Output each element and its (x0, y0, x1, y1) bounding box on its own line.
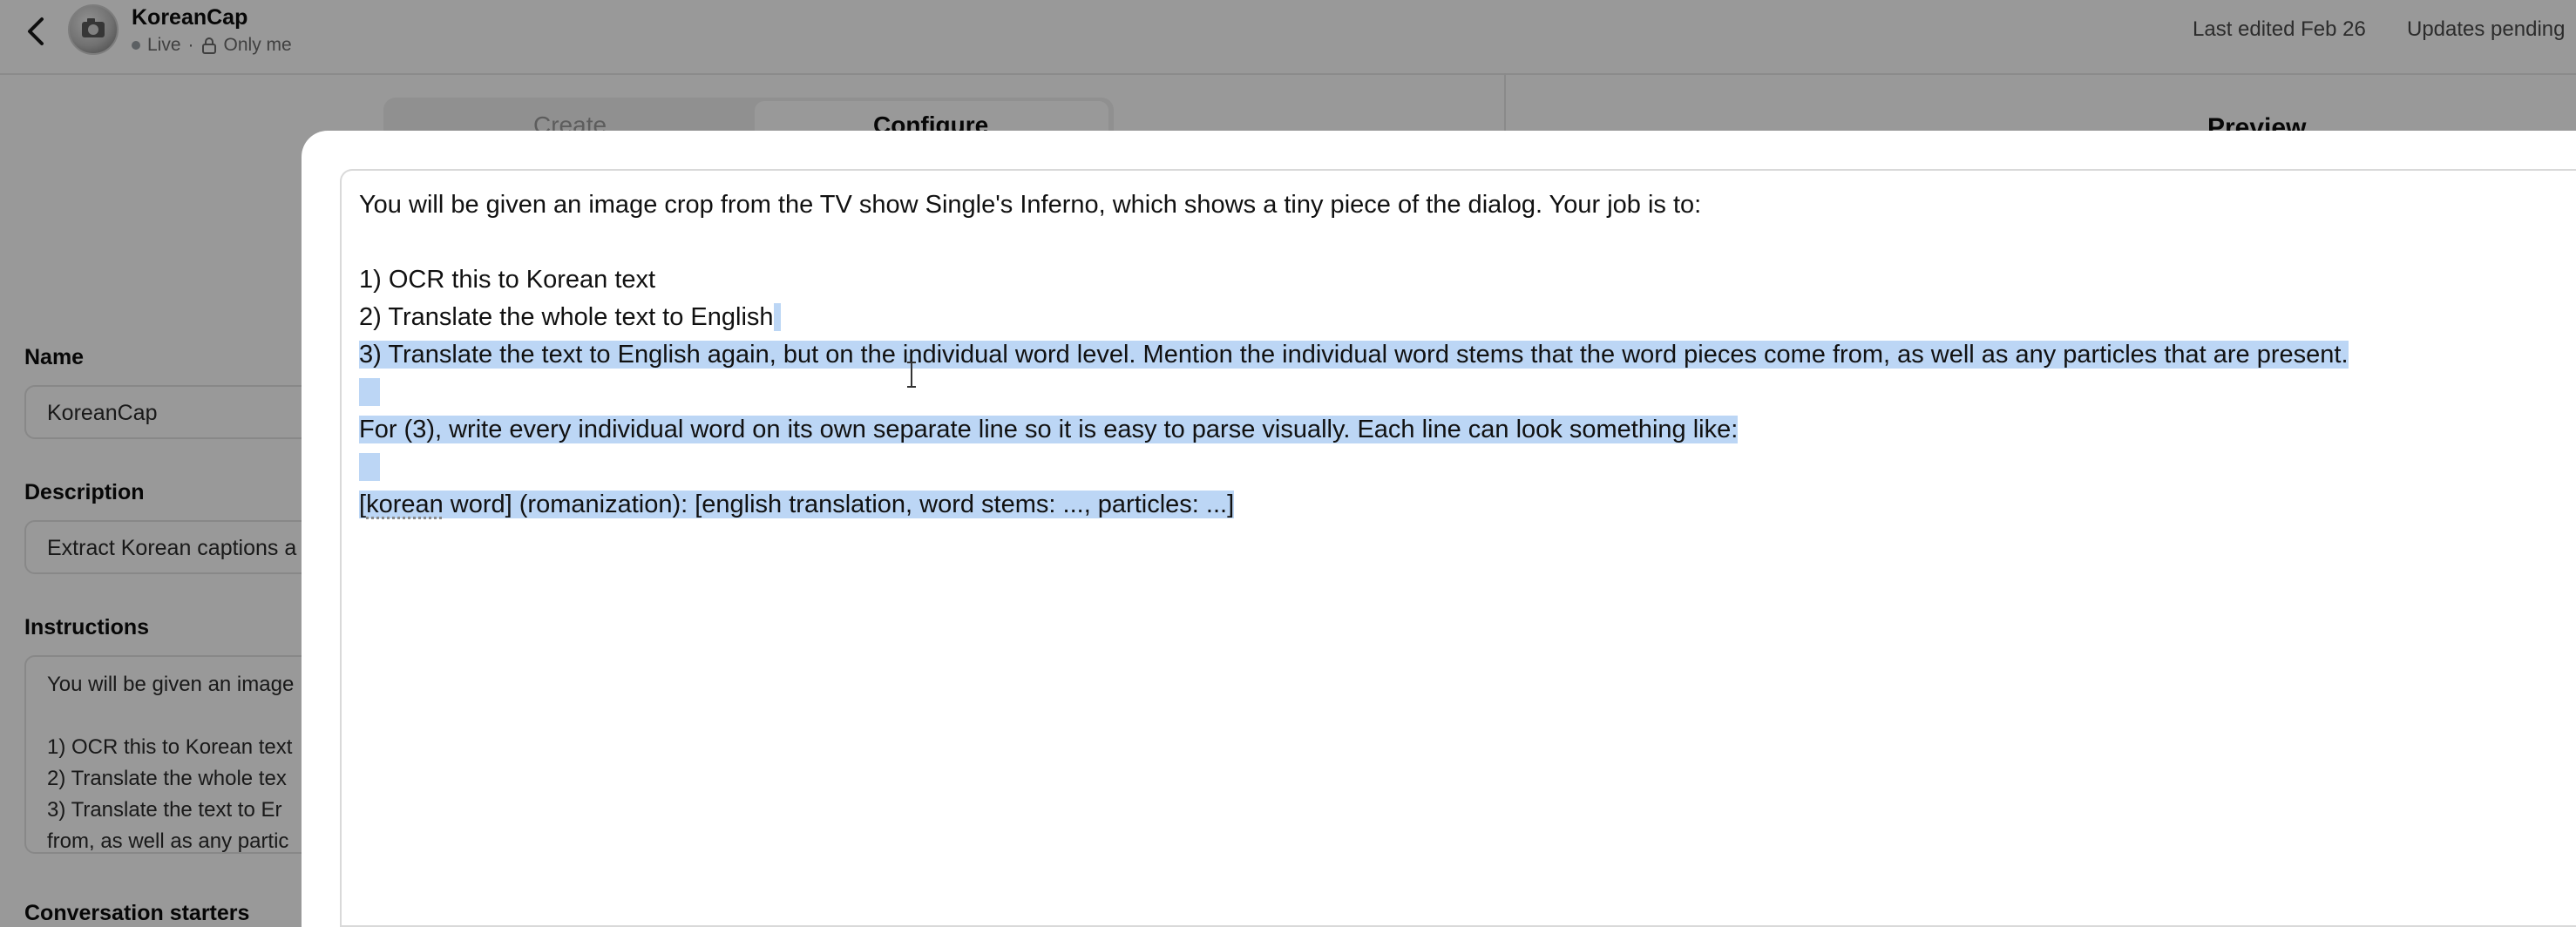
selected-empty-line (359, 378, 381, 406)
spellcheck-word: korean (366, 491, 444, 518)
instructions-expanded-modal: You will be given an image crop from the… (302, 131, 2576, 927)
editor-line-2: 1) OCR this to Korean text (359, 266, 656, 294)
editor-line-6: [korean word] (romanization): [english t… (359, 491, 1235, 518)
text-cursor-icon (907, 362, 916, 388)
editor-line-1: You will be given an image crop from the… (359, 191, 1702, 219)
editor-line-5: For (3), write every individual word on … (359, 416, 1739, 443)
selection-cap (773, 303, 781, 331)
editor-line-4: 3) Translate the text to English again, … (359, 341, 2349, 369)
selected-empty-line (359, 453, 381, 481)
editor-line-3: 2) Translate the whole text to English (359, 303, 774, 331)
instructions-editor-text[interactable]: You will be given an image crop from the… (359, 186, 2349, 524)
